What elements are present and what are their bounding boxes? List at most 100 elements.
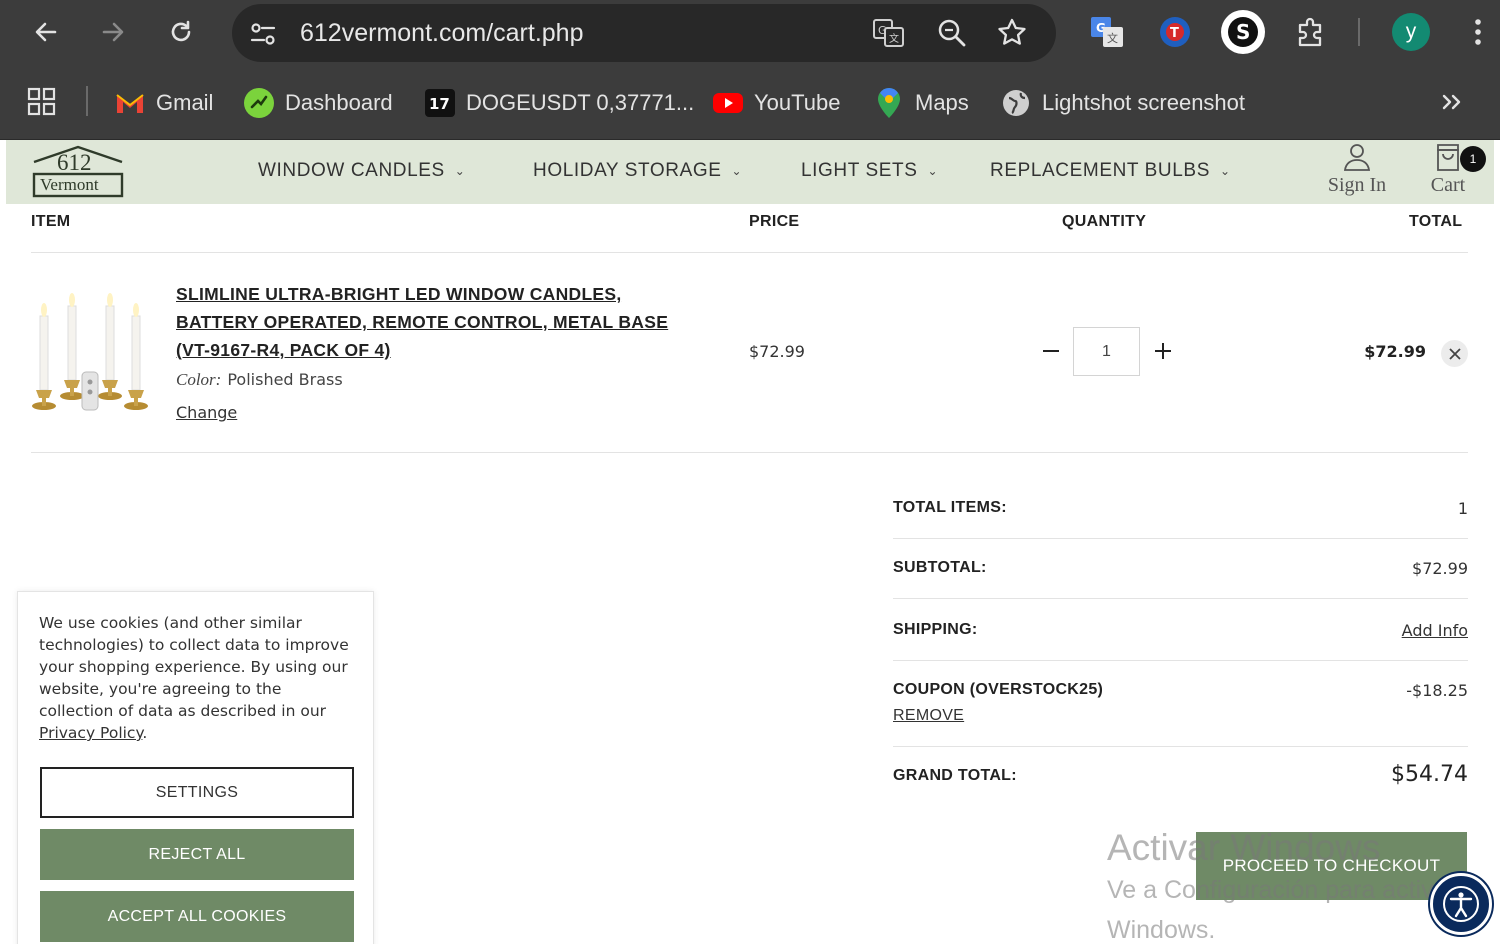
- site-info-icon[interactable]: [248, 20, 278, 48]
- bookmark-label: Maps: [915, 90, 969, 115]
- cookie-consent-banner: We use cookies (and other similar techno…: [17, 591, 374, 944]
- bookmark-dashboard[interactable]: Dashboard: [243, 86, 393, 120]
- reload-icon[interactable]: [163, 14, 199, 50]
- apps-grid-icon[interactable]: [26, 86, 58, 118]
- chevron-down-icon: ⌄: [1219, 164, 1231, 178]
- shipping-label: SHIPPING:: [893, 621, 978, 638]
- nav-window-candles[interactable]: WINDOW CANDLES ⌄: [258, 160, 465, 182]
- bookmark-label: Dashboard: [285, 90, 393, 115]
- quantity-input[interactable]: [1073, 327, 1140, 376]
- cart-count-badge: 1: [1460, 146, 1486, 172]
- sign-in-label: Sign In: [1327, 174, 1387, 196]
- logo-name: Vermont: [40, 175, 99, 194]
- grand-total-label: GRAND TOTAL:: [893, 767, 1017, 784]
- cookie-message: We use cookies (and other similar techno…: [39, 614, 349, 742]
- nav-holiday-storage[interactable]: HOLIDAY STORAGE ⌄: [533, 160, 742, 182]
- column-header-quantity: QUANTITY: [1062, 213, 1147, 230]
- nav-label: LIGHT SETS: [801, 160, 918, 181]
- site-logo[interactable]: 612 Vermont: [30, 144, 126, 200]
- nav-label: REPLACEMENT BULBS: [990, 160, 1210, 181]
- bookmark-dogeusdt[interactable]: 17 DOGEUSDT 0,37771...: [424, 86, 694, 120]
- svg-text:T: T: [1170, 26, 1179, 41]
- candle-graphic: [32, 293, 148, 411]
- remove-item-button[interactable]: [1441, 340, 1468, 367]
- subtotal-value: $72.99: [1412, 559, 1468, 578]
- unit-price: $72.99: [749, 342, 805, 361]
- watermark-line: Windows.: [1107, 916, 1216, 944]
- privacy-policy-link[interactable]: Privacy Policy: [39, 724, 142, 742]
- globe-icon: [1000, 87, 1032, 119]
- bookmark-star-icon[interactable]: [996, 17, 1028, 49]
- user-icon: [1343, 144, 1371, 171]
- product-title-link[interactable]: SLIMLINE ULTRA-BRIGHT LED WINDOW CANDLES…: [176, 280, 736, 364]
- accept-all-cookies-button[interactable]: ACCEPT ALL COOKIES: [40, 891, 354, 942]
- watermark-line: Ve a Configuración para activar: [1107, 876, 1456, 904]
- product-title-line: (VT-9167-R4, PACK OF 4): [176, 340, 391, 360]
- zoom-icon[interactable]: [936, 17, 968, 49]
- coupon-label: COUPON (OVERSTOCK25): [893, 681, 1104, 698]
- s-extension-icon[interactable]: S: [1220, 9, 1266, 55]
- address-bar[interactable]: 612vermont.com/cart.php G文: [232, 4, 1056, 62]
- total-items-value: 1: [1457, 499, 1468, 518]
- reject-all-cookies-button[interactable]: REJECT ALL: [40, 829, 354, 880]
- summary-divider: [893, 660, 1468, 661]
- summary-divider: [893, 538, 1468, 539]
- plus-icon: [1155, 343, 1171, 359]
- url-text[interactable]: 612vermont.com/cart.php: [300, 19, 583, 48]
- grand-total-value: $54.74: [1391, 762, 1468, 787]
- forward-arrow-icon[interactable]: [95, 14, 131, 50]
- column-header-price: PRICE: [749, 213, 800, 230]
- svg-text:文: 文: [889, 32, 899, 45]
- coupon-value: -$18.25: [1406, 681, 1468, 700]
- more-menu-icon[interactable]: [1458, 12, 1498, 52]
- total-items-label: TOTAL ITEMS:: [893, 499, 1007, 516]
- nav-replacement-bulbs[interactable]: REPLACEMENT BULBS ⌄: [990, 160, 1231, 182]
- chevron-down-icon: ⌄: [927, 164, 939, 178]
- nav-label: WINDOW CANDLES: [258, 160, 445, 181]
- subtotal-label: SUBTOTAL:: [893, 559, 987, 576]
- google-translate-extension-icon[interactable]: G文: [1087, 12, 1127, 52]
- cookie-text: We use cookies (and other similar techno…: [39, 614, 349, 720]
- change-option-link[interactable]: Change: [176, 403, 237, 422]
- bookmark-label: Gmail: [156, 90, 214, 115]
- quantity-increase-button[interactable]: [1150, 336, 1176, 366]
- bookmarks-divider: [86, 86, 88, 116]
- table-divider: [31, 252, 1468, 253]
- product-title-line: BATTERY OPERATED, REMOTE CONTROL, METAL …: [176, 312, 669, 332]
- site-header: 612 Vermont WINDOW CANDLES ⌄ HOLIDAY STOR…: [6, 140, 1494, 204]
- back-arrow-icon[interactable]: [28, 14, 64, 50]
- line-total: $72.99: [1364, 342, 1426, 361]
- chevron-down-icon: ⌄: [731, 164, 743, 178]
- bookmarks-bar: Gmail Dashboard 17 DOGEUSDT 0,37771... Y…: [0, 66, 1500, 140]
- chevron-down-icon: ⌄: [454, 164, 466, 178]
- product-title-line: SLIMLINE ULTRA-BRIGHT LED WINDOW CANDLES…: [176, 284, 622, 304]
- sign-in-link[interactable]: Sign In: [1317, 142, 1397, 202]
- maps-icon: [873, 87, 905, 119]
- bookmarks-overflow-icon[interactable]: [1438, 88, 1466, 116]
- bookmark-label: DOGEUSDT 0,37771...: [466, 90, 695, 115]
- profile-avatar[interactable]: y: [1391, 12, 1431, 52]
- color-value: Polished Brass: [227, 370, 343, 389]
- translate-icon[interactable]: G文: [872, 17, 906, 49]
- bookmark-gmail[interactable]: Gmail: [114, 86, 213, 120]
- watermark-line: Activar Windows: [1107, 827, 1381, 868]
- shopping-bag-icon: [1437, 144, 1459, 171]
- bookmark-lightshot[interactable]: Lightshot screenshot: [1000, 86, 1245, 120]
- bookmark-maps[interactable]: Maps: [873, 86, 969, 120]
- extensions-puzzle-icon[interactable]: [1291, 12, 1331, 52]
- shipping-add-info-link[interactable]: Add Info: [1402, 621, 1468, 640]
- translator-globe-extension-icon[interactable]: T: [1155, 12, 1195, 52]
- gmail-icon: [114, 87, 146, 119]
- nav-light-sets[interactable]: LIGHT SETS ⌄: [801, 160, 938, 182]
- accessibility-button[interactable]: [1430, 873, 1492, 935]
- logo-number: 612: [57, 150, 92, 175]
- quantity-decrease-button[interactable]: [1038, 336, 1064, 366]
- svg-text:文: 文: [1107, 31, 1118, 45]
- cookie-settings-button[interactable]: SETTINGS: [40, 767, 354, 818]
- bookmark-youtube[interactable]: YouTube: [712, 86, 840, 120]
- dashboard-icon: [243, 87, 275, 119]
- close-icon: [1448, 347, 1461, 360]
- coupon-remove-link[interactable]: REMOVE: [893, 707, 964, 725]
- product-image[interactable]: [30, 288, 152, 416]
- cart-label: Cart: [1430, 174, 1466, 196]
